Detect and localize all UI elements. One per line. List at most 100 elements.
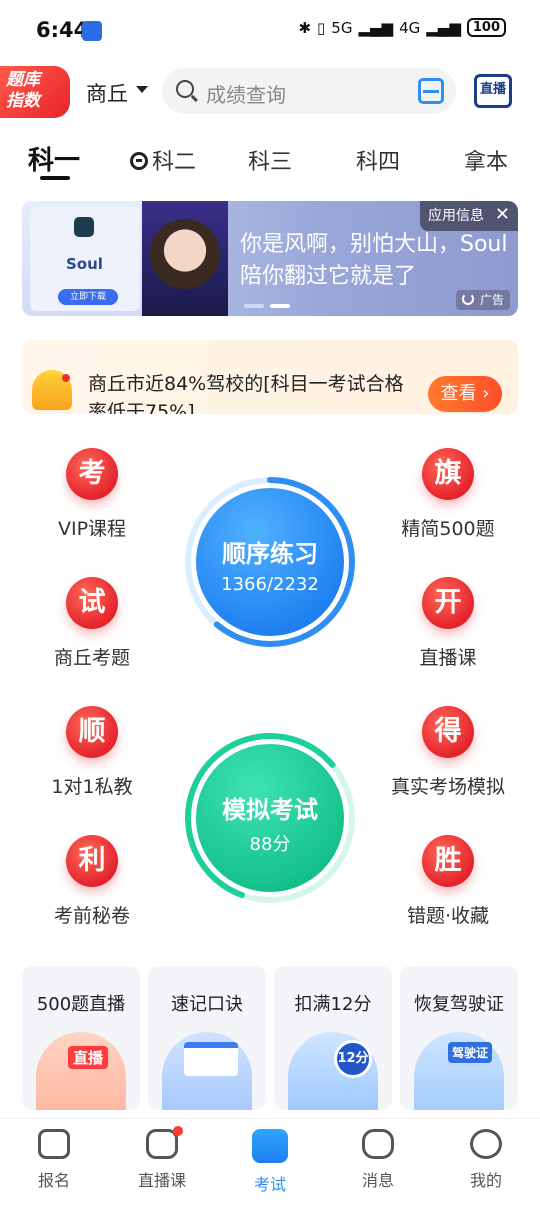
live-illustration: 直播 [36, 1032, 126, 1110]
entry-local-questions[interactable]: 试 商丘考题 [32, 577, 152, 670]
badge-line-1: 题库 [6, 70, 40, 90]
mock-exam-button[interactable]: 模拟考试 88分 [182, 730, 358, 906]
ad-image: Soul 立即下载 [22, 201, 228, 316]
status-indicators: ✱ ▯ 5G ▂▄▆ 4G ▂▄▆ 100 [298, 18, 506, 37]
signal-icon-2: ▂▄▆ [426, 18, 461, 37]
register-icon [38, 1129, 70, 1159]
subject-tabs: 科一 科二 科三 科四 拿本 [0, 136, 540, 182]
exam-char-icon: 考 [66, 448, 118, 500]
entry-real-exam-sim[interactable]: 得 真实考场模拟 [388, 706, 508, 799]
card-restore-license[interactable]: 恢复驾驶证 驾驶证 [400, 966, 518, 1110]
question-bank-index-badge[interactable]: 题库 指数 [0, 66, 70, 118]
nav-label: 报名 [37, 1171, 70, 1190]
chat-bubble-icon [362, 1129, 394, 1159]
tab-get-license[interactable]: 拿本 [464, 144, 508, 176]
tab-subject-1[interactable]: 科一 [28, 140, 80, 177]
smile-icon [470, 1129, 502, 1159]
ad-info-tag[interactable]: 应用信息 ✕ [420, 201, 518, 231]
app-notification-icon [82, 21, 102, 41]
soul-logo-icon [74, 217, 94, 237]
pass-rate-notice[interactable]: 商丘市近84%驾校的[科目一考试合格率低于75%] 查看 › [22, 340, 518, 414]
status-bar: 6:44 ✱ ▯ 5G ▂▄▆ 4G ▂▄▆ 100 [0, 0, 540, 62]
nav-messages[interactable]: 消息 [333, 1129, 423, 1191]
tab-subject-2[interactable]: 科二 [130, 144, 196, 176]
chevron-down-icon[interactable] [136, 86, 148, 93]
city-selector[interactable]: 商丘 [86, 78, 128, 108]
entry-label: 错题·收藏 [406, 905, 490, 927]
open-char-icon: 开 [422, 577, 474, 629]
battery-icon: 100 [466, 18, 506, 37]
tab-active-indicator [40, 176, 70, 180]
badge-line-2: 指数 [6, 91, 40, 111]
entry-pre-exam-secrets[interactable]: 利 考前秘卷 [32, 835, 152, 928]
ad-download-button: 立即下载 [58, 289, 118, 305]
entry-simplified-500[interactable]: 旗 精简500题 [388, 448, 508, 541]
live-tag: 直播 [68, 1046, 109, 1069]
tab-subject-3[interactable]: 科三 [248, 144, 292, 176]
notification-dot [62, 374, 70, 382]
notification-dot [173, 1126, 183, 1136]
live-play-icon [146, 1126, 183, 1159]
points-illustration: 12分 [288, 1032, 378, 1110]
test-char-icon: 试 [66, 577, 118, 629]
entry-label: 真实考场模拟 [390, 776, 505, 798]
nav-live-class[interactable]: 直播课 [117, 1126, 207, 1191]
scan-icon[interactable] [418, 78, 444, 104]
exam-score: 88分 [249, 834, 291, 855]
success-char-icon: 利 [66, 835, 118, 887]
card-12-points[interactable]: 扣满12分 12分 [274, 966, 392, 1110]
card-title: 扣满12分 [294, 994, 372, 1015]
search-bar[interactable]: 成绩查询 [162, 68, 456, 114]
vibrate-icon: ▯ [317, 18, 326, 37]
network-4g-label: 4G [399, 18, 421, 37]
nav-profile[interactable]: 我的 [441, 1129, 531, 1191]
ad-label-text: 广告 [479, 293, 504, 307]
practice-progress: 1366/2232 [221, 574, 319, 595]
carousel-dot [244, 304, 264, 308]
tab-subject-4[interactable]: 科四 [356, 144, 400, 176]
entry-vip-course[interactable]: 考 VIP课程 [32, 448, 152, 541]
gain-char-icon: 得 [422, 706, 474, 758]
network-5g-label: 5G [331, 18, 353, 37]
practice-title: 顺序练习 [222, 540, 318, 568]
board-icon [184, 1042, 238, 1076]
close-icon[interactable]: ✕ [495, 205, 510, 225]
ad-info-label: 应用信息 [428, 208, 484, 224]
sequential-practice-button[interactable]: 顺序练习 1366/2232 [182, 474, 358, 650]
status-time: 6:44 [36, 18, 89, 42]
nav-label: 我的 [469, 1171, 502, 1190]
exam-circle-face: 模拟考试 88分 [196, 744, 344, 892]
ad-app-card: Soul 立即下载 [30, 207, 140, 311]
signal-icon: ▂▄▆ [358, 18, 394, 37]
steering-wheel-icon [130, 152, 148, 170]
ad-brand-name: Soul [66, 255, 103, 273]
entry-mistakes-favorites[interactable]: 胜 错题·收藏 [388, 835, 508, 928]
bottom-nav: 报名 直播课 考试 消息 我的 [0, 1118, 540, 1206]
card-500-live[interactable]: 500题直播 直播 [22, 966, 140, 1110]
ad-label-badge: 广告 [455, 290, 510, 310]
carousel-dot-active [270, 304, 290, 308]
entry-label: 1对1私教 [51, 776, 133, 798]
header: 题库 指数 商丘 成绩查询 直播 [0, 62, 540, 122]
card-mnemonics[interactable]: 速记口诀 [148, 966, 266, 1110]
view-button[interactable]: 查看 › [428, 376, 502, 412]
mnemonics-illustration [162, 1032, 252, 1110]
search-input[interactable]: 成绩查询 [206, 79, 286, 108]
ad-photo [142, 201, 228, 316]
ad-banner[interactable]: Soul 立即下载 你是风啊，别怕大山，Soul陪你翻过它就是了 应用信息 ✕ … [22, 201, 518, 316]
nav-exam[interactable]: 考试 [225, 1129, 315, 1195]
entry-live-class[interactable]: 开 直播课 [388, 577, 508, 670]
nav-label: 考试 [253, 1175, 286, 1194]
card-title: 恢复驾驶证 [414, 994, 504, 1015]
live-tv-icon[interactable]: 直播 [474, 74, 512, 108]
ad-headline: 你是风啊，别怕大山，Soul陪你翻过它就是了 [240, 232, 508, 289]
entry-label: VIP课程 [57, 518, 127, 540]
carousel-indicator [244, 304, 290, 308]
nav-register[interactable]: 报名 [9, 1129, 99, 1191]
entry-private-tutor[interactable]: 顺 1对1私教 [32, 706, 152, 799]
entry-label: 精简500题 [401, 518, 495, 540]
ad-portrait [150, 219, 220, 289]
nav-label: 直播课 [137, 1171, 186, 1190]
nav-label: 消息 [361, 1171, 394, 1190]
entry-label: 考前秘卷 [53, 905, 130, 927]
